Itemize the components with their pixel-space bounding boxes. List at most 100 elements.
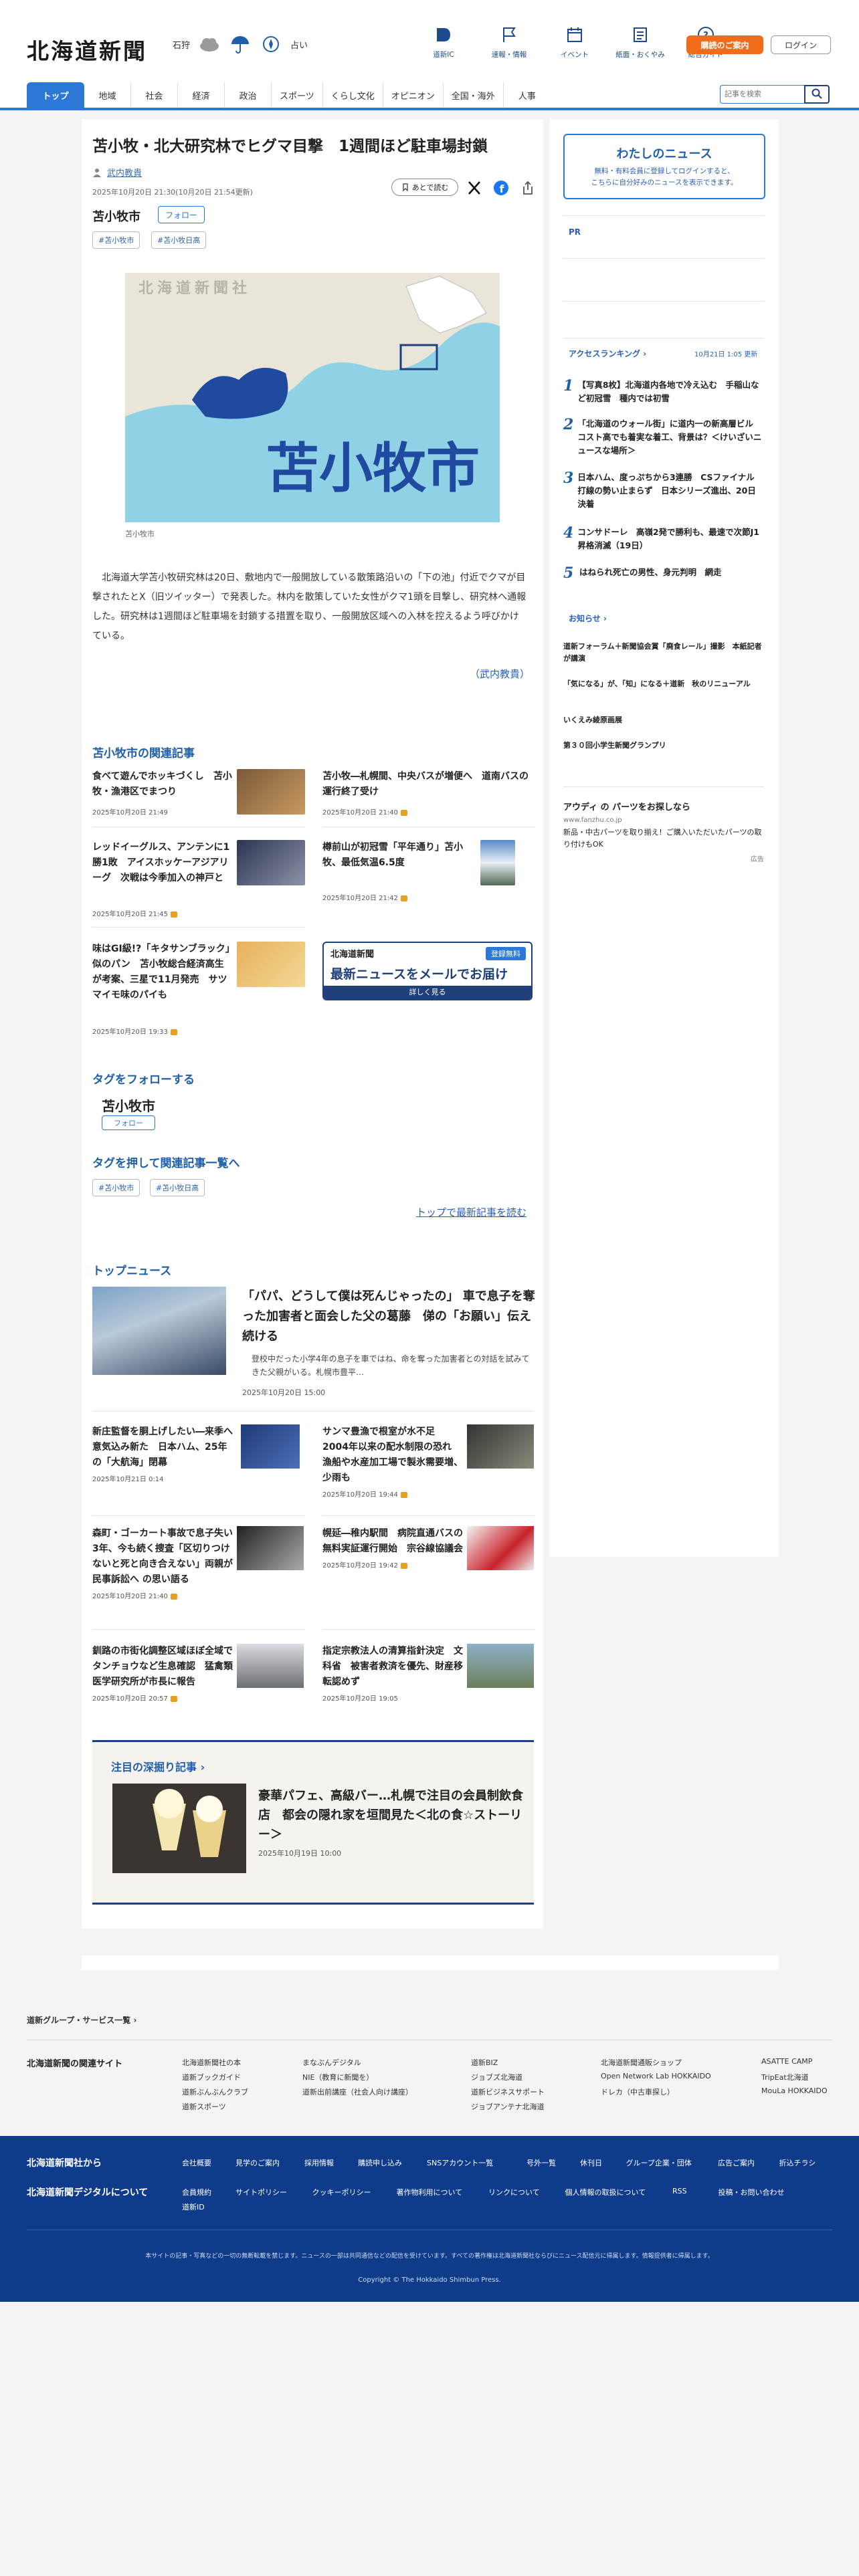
footer-link[interactable]: クッキーポリシー (312, 2187, 371, 2197)
deepdive-title[interactable]: 注目の深掘り記事 › (111, 1758, 205, 1774)
deepdive-story-title[interactable]: 豪華パフェ、高級バー…札幌で注目の会員制飲食店 都会の隠れ家を垣間見た＜北の食☆… (258, 1786, 526, 1844)
footer-link[interactable]: 個人情報の取扱について (565, 2187, 646, 2197)
ranking-item[interactable]: 4 コンサドーレ 高嶺2発で勝利も、最速で次節J1昇格消滅（19日） (563, 526, 764, 552)
author-link[interactable]: 武内教貴 (107, 166, 142, 179)
footer-link[interactable]: 購読申し込み (358, 2157, 402, 2168)
related-site-link[interactable]: NIE（教育に新聞を） (302, 2072, 373, 2082)
footer-link[interactable]: 投稿・お問い合わせ (719, 2187, 785, 2197)
notice-item[interactable]: 第３０回小学生新聞グランプリ (563, 740, 764, 752)
footer-link[interactable]: 折込チラシ (779, 2157, 816, 2168)
search-input[interactable] (720, 85, 804, 104)
related-item[interactable]: レッドイーグルス、アンテンに1勝1敗 アイスホッケーアジアリーグ 次戦は今季加入… (92, 840, 305, 934)
notice-title[interactable]: お知らせ › (569, 613, 607, 624)
tag-follow-button[interactable]: フォロー (102, 1115, 155, 1130)
footer-link[interactable]: 号外一覧 (527, 2157, 556, 2168)
related-site-link[interactable]: 道新出前講座（社会人向け講座） (302, 2086, 413, 2097)
related-site-link[interactable]: 道新ビジネスサポート (471, 2086, 545, 2097)
related-site-link[interactable]: まなぶんデジタル (302, 2057, 361, 2068)
footer-link[interactable]: 著作物利用について (397, 2187, 463, 2197)
related-site-link[interactable]: 北海道新聞社の本 (182, 2057, 241, 2068)
top-news-lead-title[interactable]: 「パパ、どうして僕は死んじゃったの」 車で息子を奪った加害者と面会した父の葛藤 … (242, 1287, 537, 1347)
tag-chip[interactable]: #苫小牧市 (92, 1179, 140, 1196)
header-icon-alerts[interactable]: 速報・情報 (476, 25, 542, 60)
related-site-link[interactable]: ジョブアンテナ北海道 (471, 2101, 545, 2112)
footer-link[interactable]: 休刊日 (580, 2157, 602, 2168)
footer-link[interactable]: 見学のご案内 (235, 2157, 280, 2168)
newsletter-banner[interactable]: 北海道新聞 登録無料 最新ニュースをメールでお届け 詳しく見る (322, 942, 533, 1000)
top-news-item[interactable]: サンマ豊漁で根室が水不足 2004年以来の配水制限の恐れ 漁船や水産加工場で製氷… (322, 1424, 463, 1499)
tab-society[interactable]: 社会 (131, 82, 178, 108)
footer-link[interactable]: 広告ご案内 (718, 2157, 755, 2168)
header-icon-events[interactable]: イベント (542, 25, 607, 60)
article-map-image[interactable]: 北海道新聞社 苫小牧市 (125, 273, 500, 522)
x-share-icon[interactable] (466, 179, 483, 197)
ranking-item[interactable]: 2 「北海道のウォール街」に道内一の新高層ビル コスト高でも着実な着工、背景は？＜… (563, 417, 764, 457)
top-news-item[interactable]: 新庄監督を胴上げしたい―来季へ意気込み新た 日本ハム、25年の「大航海」閉幕 20… (92, 1424, 233, 1483)
footer-link[interactable]: 会員規約 (182, 2187, 211, 2197)
footer-link[interactable]: グループ企業・団体 (626, 2157, 692, 2168)
related-item[interactable]: 樽前山が初冠雪「平年通り」苫小牧、最低気温6.5度 2025年10月20日 21… (322, 840, 535, 934)
related-site-link[interactable]: 道新ブックガイド (182, 2072, 241, 2082)
search-button[interactable] (804, 85, 830, 104)
footer-link[interactable]: 会社概要 (182, 2157, 211, 2168)
header-icon-paper[interactable]: 紙面・おくやみ (607, 25, 673, 60)
notice-item[interactable]: 「気になる」が、「知」になる＋道新 秋のリニューアル (563, 678, 764, 690)
to-top-link[interactable]: トップで最新記事を読む (416, 1205, 527, 1219)
related-site-link[interactable]: 道新ぶんぶんクラブ (182, 2086, 248, 2097)
tab-economy[interactable]: 経済 (178, 82, 225, 108)
share-icon[interactable] (519, 179, 537, 197)
top-news-lead-image[interactable] (92, 1287, 226, 1375)
notice-item[interactable]: いくえみ綾原画展 (563, 714, 764, 726)
related-site-link[interactable]: TripEat北海道 (761, 2072, 809, 2082)
group-services-link[interactable]: 道新グループ・サービス一覧 › (27, 2014, 136, 2026)
tab-culture[interactable]: くらし文化 (323, 82, 383, 108)
ranking-title[interactable]: アクセスランキング › (569, 348, 646, 359)
follow-button[interactable]: フォロー (158, 206, 205, 223)
top-news-thumb (467, 1644, 534, 1688)
tag-chip[interactable]: #苫小牧市 (92, 231, 140, 249)
related-item-date: 2025年10月20日 19:33 (92, 1026, 177, 1036)
footer-link[interactable]: 採用情報 (304, 2157, 334, 2168)
footer-link[interactable]: SNSアカウント一覧 (427, 2157, 493, 2168)
related-site-link[interactable]: 道新BIZ (471, 2057, 498, 2068)
header-icon-ic[interactable]: 道新IC (411, 25, 476, 60)
tab-opinion[interactable]: オピニオン (383, 82, 444, 108)
tab-region[interactable]: 地域 (84, 82, 131, 108)
tab-politics[interactable]: 政治 (225, 82, 272, 108)
sidebar-ad[interactable]: アウディ の パーツをお探しなら www.fanzhu.co.jp 新品・中古パ… (563, 800, 764, 863)
tab-sports[interactable]: スポーツ (272, 82, 323, 108)
top-news-item[interactable]: 指定宗教法人の清算指針決定 文科省 被害者救済を優先、財産移転認めず 2025年1… (322, 1644, 463, 1703)
tag-chip[interactable]: #苫小牧日高 (150, 1179, 205, 1196)
top-news-item[interactable]: 森町・ゴーカート事故で息子失い3年、今も続く捜査「区切りつけないと死と向き合えな… (92, 1526, 233, 1600)
related-site-link[interactable]: MouLa HOKKAIDO (761, 2086, 828, 2095)
related-site-link[interactable]: Open Network Lab HOKKAIDO (601, 2072, 711, 2080)
footer-link[interactable]: リンクについて (488, 2187, 540, 2197)
ranking-item[interactable]: 5 はねられ死亡の男性、身元判明 網走 (563, 566, 764, 580)
related-item[interactable]: 味はGI級!?「キタサンブラック」似のパン 苫小牧総合経済高生が考案、三星で11… (92, 942, 305, 1042)
related-site-link[interactable]: ASATTE CAMP (761, 2057, 812, 2066)
my-news-box[interactable]: わたしのニュース 無料・有料会員に登録してログインすると、 こちらに自分好みのニュ… (563, 134, 765, 199)
footer-link[interactable]: RSS (672, 2187, 687, 2195)
notice-item[interactable]: 道新フォーラム＋新聞協会賞「廃食レール」撮影 本紙記者が講演 (563, 641, 764, 665)
related-site-link[interactable]: 道新スポーツ (182, 2101, 226, 2112)
tab-world[interactable]: 全国・海外 (444, 82, 504, 108)
related-site-link[interactable]: ジョブズ北海道 (471, 2072, 522, 2082)
weather-widget[interactable]: 石狩 占い (173, 35, 308, 53)
read-later-button[interactable]: あとで読む (391, 179, 458, 196)
ranking-item[interactable]: 3 日本ハム、度っぷちから3連勝 CSファイナル 打線の勢い止まらず 日本シリーズ… (563, 471, 764, 511)
tab-top[interactable]: トップ (27, 82, 84, 108)
subscribe-button[interactable]: 購読のご案内 (686, 35, 763, 54)
ranking-item[interactable]: 1 【写真8枚】北海道内各地で冷え込む 手稲山など初冠雪 種内では初雪 (563, 379, 764, 405)
facebook-share-icon[interactable]: f (492, 179, 510, 197)
related-site-link[interactable]: 北海道新聞通販ショップ (601, 2057, 682, 2068)
deepdive-image[interactable] (112, 1784, 246, 1873)
tab-personnel[interactable]: 人事 (504, 82, 551, 108)
site-logo[interactable]: 北海道新聞 (27, 33, 147, 66)
footer-link[interactable]: 道新ID (182, 2202, 205, 2212)
top-news-item[interactable]: 幌延―稚内駅間 病院直通バスの無料実証運行開始 宗谷線協議会 2025年10月20… (322, 1526, 463, 1570)
top-news-item[interactable]: 釧路の市街化調整区域ほぼ全域でタンチョウなど生息確認 猛禽類医学研究所が市長に報… (92, 1644, 233, 1703)
tag-chip[interactable]: #苫小牧日高 (151, 231, 207, 249)
related-site-link[interactable]: ドレカ（中古車探し） (601, 2086, 674, 2097)
login-button[interactable]: ログイン (771, 35, 831, 54)
footer-link[interactable]: サイトポリシー (235, 2187, 287, 2197)
